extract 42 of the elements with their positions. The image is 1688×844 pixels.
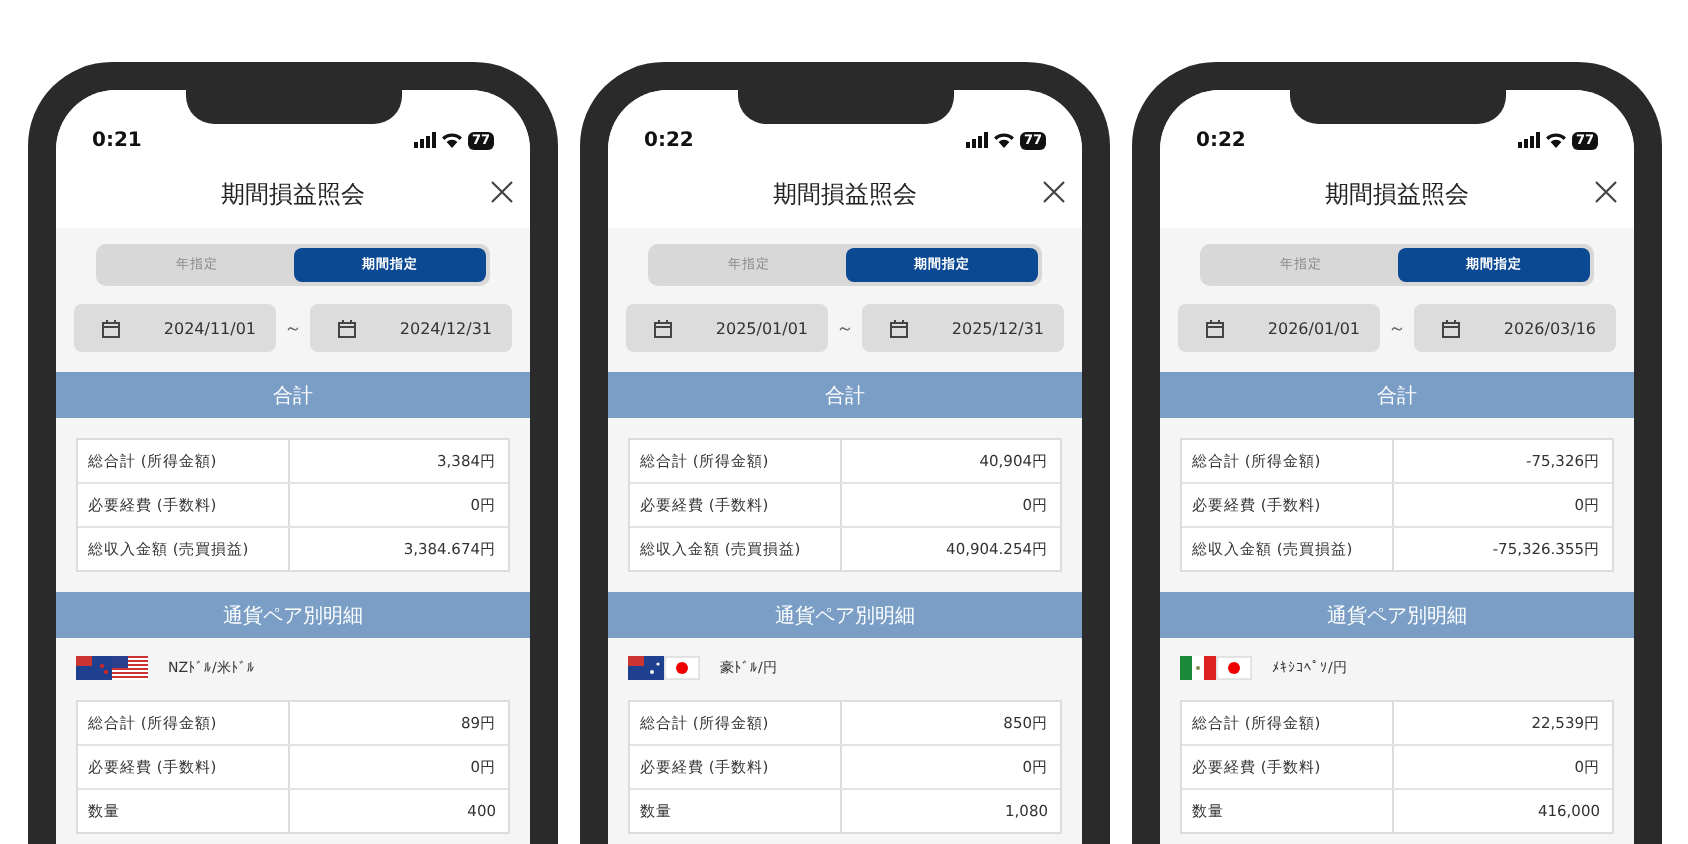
date-field[interactable]: 2024/11/01 <box>74 304 276 352</box>
wifi-icon <box>441 132 462 148</box>
wifi-icon <box>993 132 1014 148</box>
signal-icon <box>965 132 988 148</box>
section-header: 通貨ペア別明細 <box>56 592 530 638</box>
date-separator: ～ <box>284 317 302 341</box>
flags-icon <box>628 656 700 680</box>
section-header: 通貨ペア別明細 <box>1160 592 1634 638</box>
flags-icon <box>76 656 148 680</box>
section-header: 合計 <box>1160 372 1634 418</box>
section-header: 合計 <box>56 372 530 418</box>
calendar-icon <box>1442 319 1460 337</box>
date-separator: ～ <box>836 317 854 341</box>
screen-title: 期間損益照会 <box>221 177 365 211</box>
wifi-icon <box>1545 132 1566 148</box>
section-header: 通貨ペア別明細 <box>608 592 1082 638</box>
calendar-icon <box>1206 319 1224 337</box>
signal-icon <box>413 132 436 148</box>
calendar-icon <box>654 319 672 337</box>
date-field[interactable]: 2025/01/01 <box>626 304 828 352</box>
date-separator: ～ <box>1388 317 1406 341</box>
signal-icon <box>1517 132 1540 148</box>
status-time: 0:21 <box>92 129 142 151</box>
calendar-icon <box>890 319 908 337</box>
calendar-icon <box>102 319 120 337</box>
screen-title: 期間損益照会 <box>1325 177 1469 211</box>
date-field[interactable]: 2026/03/16 <box>1414 304 1616 352</box>
close-icon <box>1594 180 1618 204</box>
close-icon <box>1042 180 1066 204</box>
flags-icon <box>1180 656 1252 680</box>
date-field[interactable]: 2024/12/31 <box>310 304 512 352</box>
section-header: 合計 <box>608 372 1082 418</box>
status-time: 0:22 <box>644 129 694 151</box>
close-icon <box>490 180 514 204</box>
close-button[interactable] <box>490 180 514 204</box>
status-time: 0:22 <box>1196 129 1246 151</box>
close-button[interactable] <box>1594 180 1618 204</box>
screen-title: 期間損益照会 <box>773 177 917 211</box>
calendar-icon <box>338 319 356 337</box>
close-button[interactable] <box>1042 180 1066 204</box>
date-field[interactable]: 2026/01/01 <box>1178 304 1380 352</box>
date-field[interactable]: 2025/12/31 <box>862 304 1064 352</box>
